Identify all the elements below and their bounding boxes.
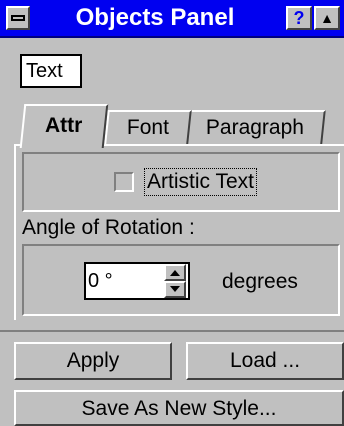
tab-attr-label: Attr <box>45 114 83 137</box>
tab-paragraph-label: Paragraph <box>205 116 304 139</box>
divider <box>0 330 344 332</box>
tab-font-label: Font <box>126 116 169 139</box>
save-as-new-style-button[interactable]: Save As New Style... <box>14 390 344 426</box>
apply-button[interactable]: Apply <box>14 342 172 380</box>
tab-attr[interactable]: Attr <box>19 104 109 148</box>
objects-panel-window: Objects Panel ? ▲ Text Attr Font Paragra… <box>0 0 344 426</box>
object-type-field: Text <box>20 54 82 88</box>
system-menu-icon[interactable] <box>6 6 30 30</box>
system-menu-bar <box>11 15 25 21</box>
tab-font[interactable]: Font <box>104 110 192 144</box>
help-icon[interactable]: ? <box>286 6 312 30</box>
window-title: Objects Panel <box>75 4 235 31</box>
attr-tab-page <box>14 144 344 320</box>
roll-up-icon[interactable]: ▲ <box>314 6 340 30</box>
load-button[interactable]: Load ... <box>186 342 344 380</box>
title-bar[interactable]: Objects Panel ? ▲ <box>0 0 344 38</box>
tab-paragraph[interactable]: Paragraph <box>184 110 326 144</box>
